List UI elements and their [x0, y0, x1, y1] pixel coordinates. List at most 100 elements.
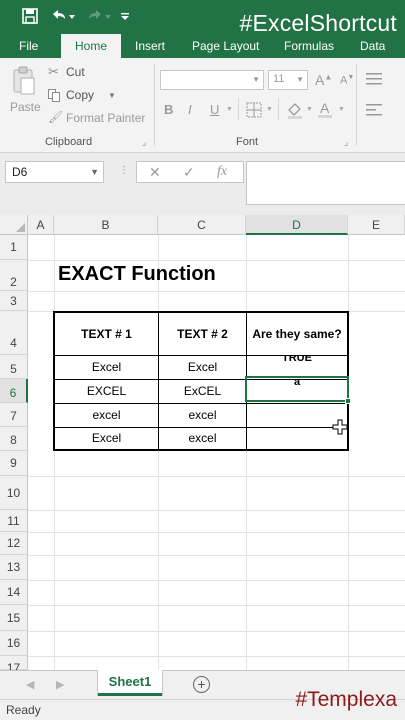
column-header-e[interactable]: E	[348, 215, 405, 235]
table-header-text1[interactable]: TEXT # 1	[55, 313, 158, 355]
format-painter-button[interactable]: 🖌 Format Painter	[48, 110, 148, 128]
sheet-tab-sheet1[interactable]: Sheet1	[98, 670, 162, 696]
italic-button[interactable]: I	[188, 102, 192, 117]
tab-file[interactable]: File	[19, 34, 38, 58]
name-box-value: D6	[12, 165, 28, 179]
font-size-box[interactable]: 11 ▼	[268, 70, 308, 90]
customize-icon[interactable]	[118, 6, 132, 26]
row-header-8[interactable]: 8	[0, 427, 28, 451]
dialog-launcher-icon[interactable]: ⌟	[344, 137, 348, 148]
paste-button[interactable]: Paste	[8, 64, 42, 116]
table-cell-c5[interactable]: Excel	[159, 356, 246, 379]
font-name-box[interactable]: ▼	[160, 70, 264, 90]
name-box[interactable]: D6 ▼	[5, 161, 104, 183]
gridline	[28, 291, 405, 292]
formula-input[interactable]	[246, 161, 405, 205]
row-header-15[interactable]: 15	[0, 605, 28, 631]
gridline	[28, 631, 405, 632]
gridline	[28, 580, 405, 581]
row-header-11[interactable]: 11	[0, 510, 28, 532]
format-painter-label: Format Painter	[66, 111, 146, 125]
tab-data[interactable]: Data	[360, 34, 385, 58]
column-header-d[interactable]: D	[246, 215, 348, 235]
shrink-font-button[interactable]: A▼	[340, 74, 354, 87]
row-header-9[interactable]: 9	[0, 451, 28, 476]
chevron-down-icon: ▼	[226, 106, 233, 113]
table-cell-c7[interactable]: excel	[159, 404, 246, 427]
row-header-4[interactable]: 4	[0, 311, 28, 355]
grow-font-button[interactable]: A▲	[315, 72, 332, 88]
insert-function-icon[interactable]: fx	[217, 164, 227, 180]
enter-icon[interactable]: ✓	[183, 164, 195, 181]
select-all-corner[interactable]	[0, 215, 28, 235]
cut-button[interactable]: ✂ Cut	[48, 64, 108, 82]
tab-insert[interactable]: Insert	[135, 34, 165, 58]
tab-home[interactable]: Home	[61, 34, 121, 58]
cancel-icon[interactable]: ✕	[149, 164, 161, 181]
spreadsheet-grid[interactable]: A B C D E 1 2 3 4 5 6 7 8 9 10 11 12 13 …	[0, 215, 405, 670]
font-name-value	[161, 75, 165, 87]
table-cell-b7[interactable]: excel	[55, 404, 158, 427]
borders-icon[interactable]	[246, 102, 262, 118]
table-cell-c6[interactable]: ExCEL	[159, 380, 246, 403]
row-header-3[interactable]: 3	[0, 291, 28, 311]
sheet-title-cell[interactable]: EXACT Function	[58, 263, 216, 286]
row-header-10[interactable]: 10	[0, 476, 28, 510]
table-header-text2[interactable]: TEXT # 2	[159, 313, 246, 355]
grow-font-label: A	[315, 72, 325, 88]
status-text: Ready	[6, 703, 41, 717]
chevron-down-icon: ▼	[296, 75, 304, 84]
row-header-16[interactable]: 16	[0, 631, 28, 656]
copy-label: Copy	[66, 88, 95, 102]
save-icon[interactable]	[20, 6, 40, 26]
table-cell-b8[interactable]: Excel	[55, 428, 158, 449]
table-cell-d5[interactable]: TRUE	[247, 356, 347, 367]
table-header-result[interactable]: Are they same?	[247, 313, 347, 355]
redo-icon[interactable]	[84, 6, 114, 26]
wrap-text-icon[interactable]	[366, 71, 384, 87]
table-cell-b6[interactable]: EXCEL	[55, 380, 158, 403]
paste-label: Paste	[10, 100, 41, 114]
ribbon-separator	[238, 98, 239, 120]
active-cell-selection	[245, 376, 349, 402]
undo-icon[interactable]	[48, 6, 78, 26]
column-header-a[interactable]: A	[28, 215, 54, 235]
row-header-12[interactable]: 12	[0, 532, 28, 555]
fill-color-icon[interactable]	[286, 101, 304, 119]
column-header-c[interactable]: C	[158, 215, 246, 235]
underline-button[interactable]: U	[210, 102, 219, 117]
copy-button[interactable]: Copy ▼	[48, 87, 118, 105]
table-cell-c8[interactable]: excel	[159, 428, 246, 449]
tab-page-layout[interactable]: Page Layout	[192, 34, 259, 58]
align-icon[interactable]	[366, 102, 384, 118]
sheet-prev-icon[interactable]: ◀	[26, 678, 34, 691]
chevron-down-icon: ▼	[306, 106, 313, 113]
row-header-5[interactable]: 5	[0, 355, 28, 379]
hashtag-bottom-overlay: #Templexa	[295, 688, 397, 711]
dialog-launcher-icon[interactable]: ⌟	[142, 137, 146, 148]
tab-formulas[interactable]: Formulas	[284, 34, 334, 58]
clipboard-group-label: Clipboard	[45, 136, 93, 148]
ribbon-separator	[356, 64, 357, 146]
row-header-2[interactable]: 2	[0, 260, 28, 291]
gridline	[28, 532, 405, 533]
row-header-7[interactable]: 7	[0, 403, 28, 427]
row-header-13[interactable]: 13	[0, 555, 28, 580]
column-header-b[interactable]: B	[54, 215, 158, 235]
gridline	[28, 605, 405, 606]
paste-icon	[12, 66, 36, 96]
sheet-next-icon[interactable]: ▶	[56, 678, 64, 691]
row-header-17[interactable]: 17	[0, 656, 28, 670]
add-sheet-icon[interactable]: +	[193, 676, 210, 693]
row-header-6[interactable]: 6	[0, 379, 28, 403]
row-header-1[interactable]: 1	[0, 235, 28, 260]
fill-handle[interactable]	[345, 398, 351, 404]
bold-button[interactable]: B	[164, 102, 173, 117]
font-color-icon[interactable]: A	[318, 100, 334, 119]
chevron-down-icon: ▼	[252, 75, 260, 84]
formula-bar-area: D6 ▼ ⋮ ✕ ✓ fx	[0, 153, 405, 215]
table-cell-b5[interactable]: Excel	[55, 356, 158, 379]
copy-icon	[48, 89, 60, 102]
row-header-14[interactable]: 14	[0, 580, 28, 605]
chevron-down-icon: ▼	[338, 106, 345, 113]
